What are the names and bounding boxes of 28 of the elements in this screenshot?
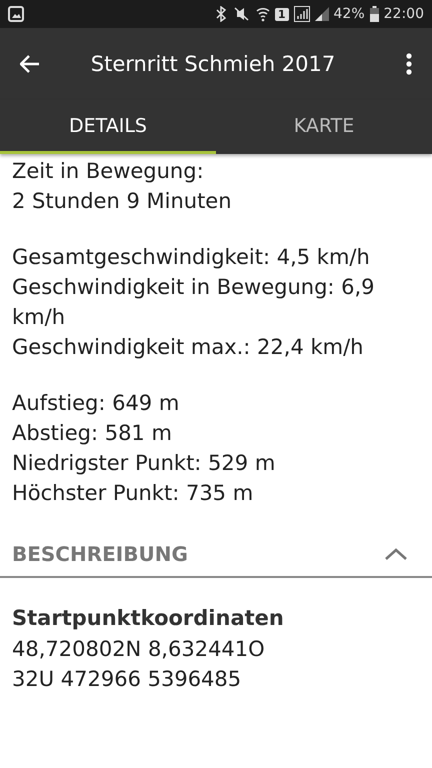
chevron-icon [384,547,408,561]
stat-line: Niedrigster Punkt: 529 m [12,450,276,477]
bluetooth-icon [216,6,226,22]
coordinates-line: 32U 472966 5396485 [12,666,242,693]
coordinates-line: 48,720802N 8,632441O [12,636,266,663]
more-icon [406,53,412,75]
stat-line: Gesamtgeschwindigkeit: 4,5 km/h [12,244,371,271]
sim-badge: 1 [274,8,289,20]
stat-line: Geschwindigkeit in Bewegung: 6,9 km/h [12,274,376,331]
stat-line: 2 Stunden 9 Minuten [12,188,233,215]
stat-line: Höchster Punkt: 735 m [12,480,254,507]
clock: 22:00 [384,6,424,22]
stat-line: Aufstieg: 649 m [12,390,180,417]
tab[interactable]: KARTE [216,100,432,154]
screen-title: Sternritt Schmieh 2017 [90,52,336,76]
back-arrow-icon [20,55,40,73]
stat-line: Zeit in Bewegung: [12,158,205,185]
stat-line: Abstieg: 581 m [12,420,173,447]
coordinates-heading: Startpunktkoordinaten [12,605,285,632]
battery-icon [370,6,379,22]
signal-icon [314,7,329,21]
section-header[interactable]: BESCHREIBUNG [0,534,432,578]
wifi-icon [256,6,270,22]
signal-icon [294,6,310,22]
image-icon [8,6,24,22]
stat-line: Geschwindigkeit max.: 22,4 km/h [12,334,364,361]
tab[interactable]: DETAILS [0,100,216,154]
battery-percent: 42% [334,6,365,22]
